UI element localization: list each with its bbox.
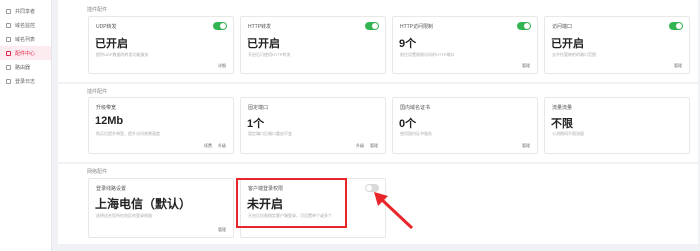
section-title: 插件配件 — [87, 89, 108, 95]
user-icon — [6, 8, 11, 14]
card-label: 升级带宽 — [96, 105, 117, 111]
http-limit-toggle[interactable] — [517, 22, 531, 30]
monitor-icon — [6, 22, 11, 28]
sidebar-item-domains[interactable]: 域名列表 — [0, 32, 51, 46]
card-value: 已开启 — [551, 38, 584, 50]
card-http-limit: HTTP访问限制 9个 前往设置限制访问的HTTP端口 管理 — [392, 16, 538, 74]
card-login-route: 登录线路设置 上海电信（默认） 选择适合您所在地区的登录线路 管理 — [88, 178, 234, 238]
manage-link[interactable]: 管理 — [522, 63, 530, 69]
sidebar-item-logs[interactable]: 登录日志 — [0, 74, 51, 88]
card-access-port: 访问端口 已开启 允许托管映射的端口范围 管理 — [544, 16, 690, 74]
card-value: 已开启 — [247, 38, 280, 50]
card-desc: 选择适合您所在地区的登录线路 — [96, 213, 152, 218]
card-desc: 使用国内证书服务 — [400, 131, 432, 136]
card-value: 已开启 — [95, 38, 128, 50]
app-window: 共同享者 域名监控 域名列表 配件中心 路由器 登录日志 插件配件 UDP转发 … — [0, 0, 700, 251]
access-port-toggle[interactable] — [669, 22, 683, 30]
card-value: 上海电信（默认） — [95, 197, 192, 211]
sidebar-item-label: 登录日志 — [15, 78, 36, 85]
sidebar-item-router[interactable]: 路由器 — [0, 60, 51, 74]
card-label: HTTP转发 — [248, 24, 272, 30]
card-domain-cert: 国内域名证书 0个 使用国内证书服务 管理 — [392, 97, 538, 154]
sidebar-item-label: 配件中心 — [15, 50, 36, 57]
card-udp: UDP转发 已开启 提供UDP数据的转发功能服务 详细 — [88, 16, 234, 74]
udp-toggle[interactable] — [213, 22, 227, 30]
section-title: 网络配件 — [87, 169, 108, 175]
sidebar-item-monitor[interactable]: 域名监控 — [0, 18, 51, 32]
sidebar: 共同享者 域名监控 域名列表 配件中心 路由器 登录日志 — [0, 0, 52, 251]
card-desc: 提供UDP数据的转发功能服务 — [96, 52, 149, 57]
log-icon — [6, 78, 11, 84]
card-value: 1个 — [247, 118, 265, 130]
card-http: HTTP转发 已开启 开启后可使用HTTP转发 — [240, 16, 386, 74]
upgrade-link[interactable]: 升级 — [356, 143, 364, 149]
upgrade-link[interactable]: 升级 — [218, 143, 226, 149]
sidebar-item-label: 共同享者 — [15, 8, 36, 15]
card-label: HTTP访问限制 — [400, 24, 434, 30]
manage-link[interactable]: 管理 — [370, 143, 378, 149]
card-label: UDP转发 — [96, 24, 117, 30]
card-label: 流量流量 — [552, 105, 573, 111]
plugin-icon — [6, 50, 11, 56]
card-desc: 购买后提升带宽，提升访问效果速度 — [96, 131, 160, 136]
sidebar-item-label: 路由器 — [15, 64, 31, 71]
card-value: 不限 — [551, 118, 573, 130]
router-icon — [6, 64, 11, 70]
highlight-box — [236, 178, 347, 228]
sidebar-item-label: 域名列表 — [15, 36, 36, 43]
card-value: 9个 — [399, 38, 417, 50]
list-icon — [6, 36, 11, 42]
card-bandwidth: 升级带宽 12Mb 购买后提升带宽，提升访问效果速度 续费 升级 — [88, 97, 234, 154]
manage-link[interactable]: 管理 — [522, 143, 530, 149]
manage-link[interactable]: 管理 — [674, 63, 682, 69]
renew-link[interactable]: 续费 — [204, 143, 212, 149]
card-fixed-port: 固定端口 1个 固定端口后端口重启不变 升级 管理 — [240, 97, 386, 154]
card-label: 固定端口 — [248, 105, 269, 111]
card-label: 访问端口 — [552, 24, 573, 30]
sidebar-item-label: 域名监控 — [15, 22, 36, 29]
card-desc: 公测期间不限流量 — [552, 131, 584, 136]
sidebar-item-shared[interactable]: 共同享者 — [0, 4, 51, 18]
card-traffic: 流量流量 不限 公测期间不限流量 — [544, 97, 690, 154]
section-title: 插件配件 — [87, 7, 108, 13]
red-arrow-icon — [374, 192, 414, 230]
card-label: 登录线路设置 — [96, 186, 127, 192]
sidebar-item-plugins[interactable]: 配件中心 — [0, 46, 51, 60]
http-toggle[interactable] — [365, 22, 379, 30]
manage-link[interactable]: 管理 — [218, 227, 226, 233]
main-content: 插件配件 UDP转发 已开启 提供UDP数据的转发功能服务 详细 HTTP转发 … — [52, 0, 700, 251]
card-desc: 允许托管映射的端口范围 — [552, 52, 596, 57]
card-desc: 固定端口后端口重启不变 — [248, 131, 292, 136]
card-desc: 前往设置限制访问的HTTP端口 — [400, 52, 455, 57]
card-desc: 开启后可使用HTTP转发 — [248, 52, 291, 57]
detail-link[interactable]: 详细 — [218, 63, 226, 69]
card-value: 0个 — [399, 118, 417, 130]
card-value: 12Mb — [95, 115, 124, 127]
card-label: 国内域名证书 — [400, 105, 431, 111]
